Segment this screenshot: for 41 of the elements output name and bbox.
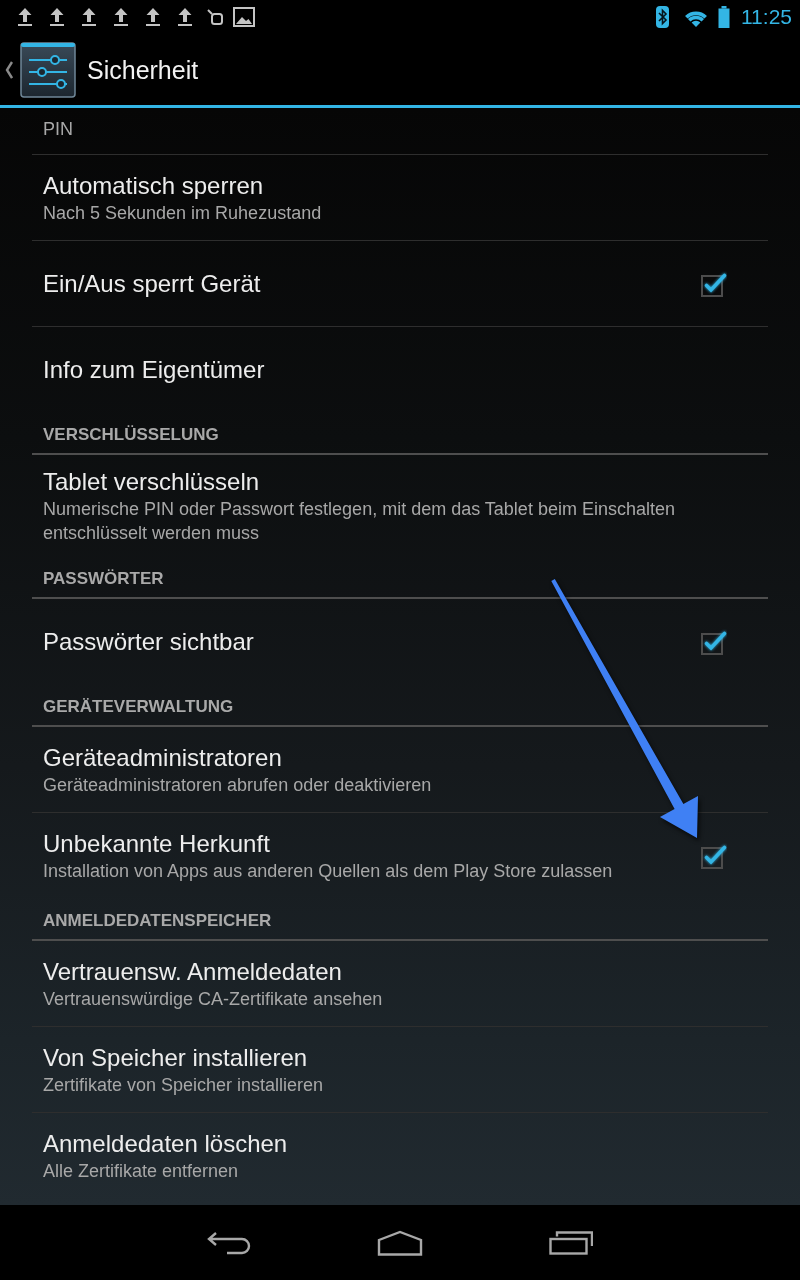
chevron-icon[interactable]: [5, 60, 13, 79]
setting-summary: Numerische PIN oder Passwort festlegen, mit dem das Tablet beim Einschalten entschlüsselt werden muss: [43, 498, 676, 545]
setting-summary: Vertrauenswürdige CA-Zertifikate ansehen: [43, 987, 383, 1011]
screen-title: Sicherheit: [87, 54, 199, 85]
clock-time: 11:25: [741, 5, 792, 29]
upload-icon: [81, 7, 97, 27]
category-header: PASSWÖRTER: [43, 568, 164, 590]
checkbox[interactable]: [701, 629, 727, 655]
category-header: GERÄTEVERWALTUNG: [43, 696, 234, 718]
back-icon[interactable]: [207, 1230, 251, 1255]
checkbox[interactable]: [701, 843, 727, 869]
setting-summary: Installation von Apps aus anderen Quellen als dem Play Store zulassen: [43, 860, 613, 883]
sliders-icon[interactable]: [20, 41, 76, 98]
home-icon[interactable]: [377, 1229, 423, 1256]
setting-title[interactable]: Tablet verschlüsseln: [43, 467, 260, 497]
category-header: VERSCHLÜSSELUNG: [43, 424, 219, 446]
recents-icon[interactable]: [549, 1230, 593, 1255]
setting-summary: Zertifikate von Speicher installieren: [43, 1073, 324, 1097]
setting-summary: Nach 5 Sekunden im Ruhezustand: [43, 201, 322, 225]
setting-summary: Alle Zertifikate entfernen: [43, 1160, 239, 1183]
upload-icon: [177, 7, 193, 27]
setting-summary: Geräteadministratoren abrufen oder deaktivieren: [43, 773, 432, 797]
square-icon: [207, 9, 223, 25]
bluetooth-icon: [656, 6, 669, 28]
setting-title[interactable]: Geräteadministratoren: [43, 742, 282, 773]
setting-title[interactable]: Ein/Aus sperrt Gerät: [43, 268, 261, 299]
setting-title[interactable]: Info zum Eigentümer: [43, 355, 265, 385]
image-icon: [233, 7, 255, 27]
category-header: ANMELDEDATENSPEICHER: [43, 910, 272, 932]
battery-icon: [718, 6, 730, 28]
setting-summary: PIN: [43, 118, 73, 141]
setting-title[interactable]: Passwörter sichtbar: [43, 627, 254, 657]
setting-title[interactable]: Anmeldedaten löschen: [43, 1129, 288, 1159]
setting-title[interactable]: Automatisch sperren: [43, 170, 264, 201]
setting-title[interactable]: Vertrauensw. Anmeldedaten: [43, 956, 342, 987]
setting-title[interactable]: Unbekannte Herkunft: [43, 829, 270, 859]
upload-icon: [113, 7, 129, 27]
upload-icon: [145, 7, 161, 27]
setting-title[interactable]: Von Speicher installieren: [43, 1042, 308, 1073]
upload-icon: [49, 7, 65, 27]
upload-icon: [17, 7, 33, 27]
